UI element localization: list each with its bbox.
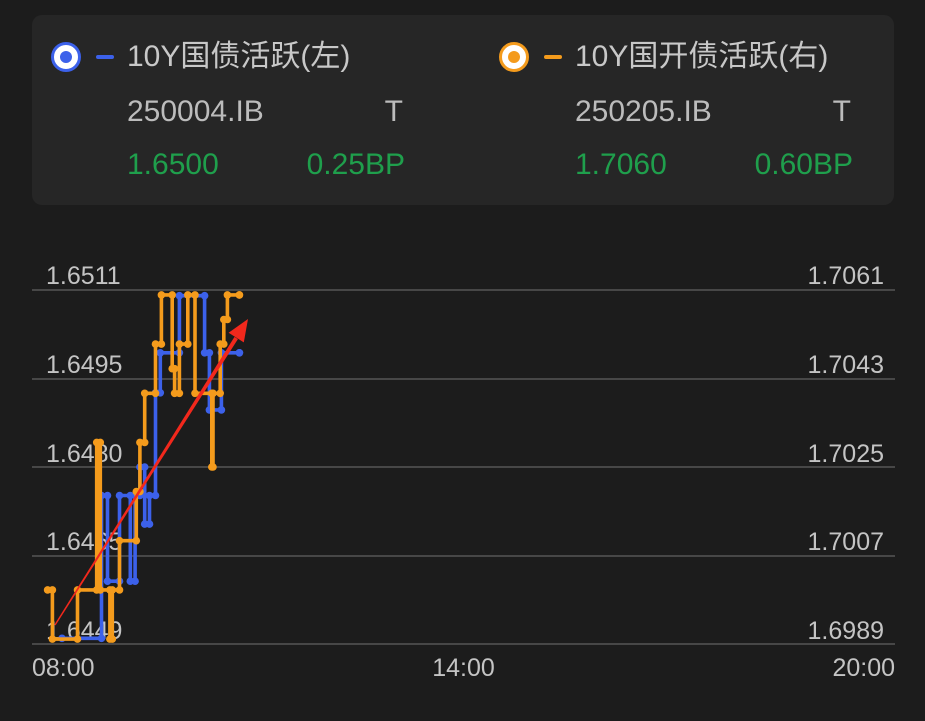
legend-title: 10Y国开债活跃(右)	[575, 40, 829, 73]
legend-item-10y-cdb-bond[interactable]: 10Y国开债活跃(右) 250205.IB T 1.7060 0.60BP	[499, 39, 853, 189]
series-radio-icon[interactable]	[499, 42, 529, 72]
line-swatch-icon	[96, 55, 114, 59]
radio-dot	[508, 51, 520, 63]
arrow-head	[228, 319, 248, 343]
series-radio-icon[interactable]	[51, 42, 81, 72]
radio-dot	[60, 51, 72, 63]
latest-yield: 1.7060	[575, 148, 667, 181]
bond-code: 250004.IB	[127, 95, 264, 128]
plot-area[interactable]: 1.6511 1.6495 1.6480 1.6465 1.6449 1.706…	[0, 240, 925, 721]
trade-tag: T	[384, 95, 403, 128]
bond-chart-screen: 10Y国债活跃(左) 250004.IB T 1.6500 0.25BP 10Y…	[0, 0, 925, 721]
legend-title: 10Y国债活跃(左)	[127, 40, 351, 73]
annotation-layer	[54, 319, 248, 626]
legend-item-10y-govt-bond[interactable]: 10Y国债活跃(左) 250004.IB T 1.6500 0.25BP	[51, 39, 405, 189]
yield-change: 0.25BP	[306, 148, 405, 181]
bond-code: 250205.IB	[575, 95, 712, 128]
arrow-shaft	[54, 336, 238, 626]
trade-tag: T	[832, 95, 851, 128]
line-swatch-icon	[544, 55, 562, 59]
yield-change: 0.60BP	[754, 148, 853, 181]
annotation-arrow	[54, 319, 248, 626]
latest-yield: 1.6500	[127, 148, 219, 181]
